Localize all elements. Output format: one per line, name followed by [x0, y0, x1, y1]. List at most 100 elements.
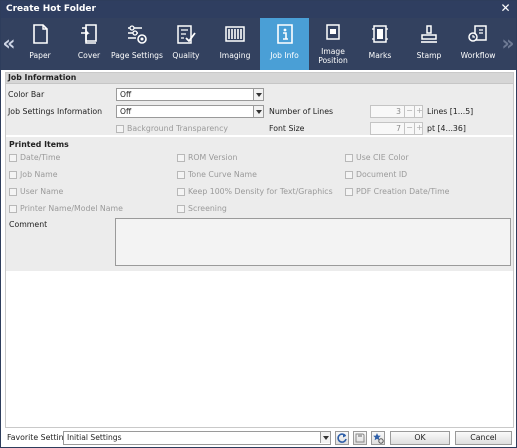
document-id-label: Document ID: [356, 170, 408, 179]
tone-curve-name-checkbox[interactable]: [177, 171, 185, 179]
background-transparency-label: Background Transparency: [127, 124, 228, 133]
plus-icon[interactable]: +: [414, 106, 424, 117]
background-transparency-checkbox[interactable]: [116, 125, 124, 133]
job-name-label: Job Name: [20, 170, 58, 179]
save-favorite-button[interactable]: [353, 431, 367, 445]
favorite-setting-label: Favorite Setting: [7, 433, 69, 442]
keep-density-checkbox[interactable]: [177, 188, 185, 196]
job-information-section: Job Information Color Bar Off Job Settin…: [6, 73, 513, 135]
refresh-icon: [337, 433, 347, 443]
image-position-icon: [326, 24, 340, 40]
save-icon: [355, 433, 365, 443]
chevron-down-icon[interactable]: [253, 106, 263, 117]
tab-label: Job Info: [270, 51, 299, 60]
tab-label: Paper: [29, 51, 51, 60]
star-settings-icon: [373, 433, 384, 444]
tab-label: Image Position: [318, 47, 348, 65]
job-info-icon: [276, 24, 293, 44]
window-title: Create Hot Folder: [6, 4, 96, 14]
rom-version-checkbox[interactable]: [177, 154, 185, 162]
tab-label: Page Settings: [111, 51, 163, 60]
plus-icon[interactable]: +: [414, 123, 424, 134]
refresh-button[interactable]: [335, 431, 349, 445]
date-time-checkbox[interactable]: [9, 154, 17, 162]
tab-workflow[interactable]: Workflow: [456, 18, 500, 70]
font-size-stepper[interactable]: 7 − +: [370, 122, 423, 135]
tab-label: Marks: [368, 51, 392, 60]
tab-label: Quality: [172, 51, 200, 60]
tab-image-position[interactable]: Image Position: [311, 18, 355, 70]
comment-textarea[interactable]: [115, 218, 511, 266]
job-settings-info-select[interactable]: Off: [116, 105, 264, 118]
document-id-checkbox[interactable]: [345, 171, 353, 179]
stamp-icon: [421, 25, 437, 43]
job-settings-info-label: Job Settings Information: [8, 107, 103, 116]
tab-label: Workflow: [460, 51, 496, 60]
stepper-value[interactable]: 7: [371, 123, 404, 134]
chevron-down-icon[interactable]: [253, 89, 263, 100]
number-of-lines-range: Lines [1...5]: [427, 107, 474, 116]
job-name-checkbox[interactable]: [9, 171, 17, 179]
footer-bar: Favorite Setting Initial Settings OK Can…: [1, 429, 516, 447]
selected-value: Off: [120, 107, 132, 116]
pdf-creation-date-label: PDF Creation Date/Time: [356, 187, 450, 196]
marks-icon: [372, 25, 388, 43]
tab-marks[interactable]: Marks: [358, 18, 402, 70]
imaging-icon: [225, 26, 245, 42]
rom-version-label: ROM Version: [188, 153, 238, 162]
tab-job-info[interactable]: Job Info: [260, 18, 309, 70]
color-bar-select[interactable]: Off: [116, 88, 264, 101]
font-size-range: pt [4...36]: [427, 124, 466, 133]
tab-label: Imaging: [219, 51, 251, 60]
screening-label: Screening: [188, 204, 227, 213]
font-size-label: Font Size: [269, 124, 305, 133]
minus-icon[interactable]: −: [404, 106, 414, 117]
user-name-checkbox[interactable]: [9, 188, 17, 196]
paper-icon: [33, 24, 48, 44]
manage-favorites-button[interactable]: [371, 431, 385, 445]
quality-icon: [177, 25, 196, 44]
printer-name-checkbox[interactable]: [9, 205, 17, 213]
tab-label: Stamp: [416, 51, 442, 60]
use-cie-color-checkbox[interactable]: [345, 154, 353, 162]
printer-name-label: Printer Name/Model Name: [20, 204, 123, 213]
tab-cover[interactable]: Cover: [67, 18, 111, 70]
date-time-label: Date/Time: [20, 153, 61, 162]
pdf-creation-date-checkbox[interactable]: [345, 188, 353, 196]
ok-button[interactable]: OK: [390, 431, 450, 445]
tab-stamp[interactable]: Stamp: [407, 18, 451, 70]
title-bar: Create Hot Folder ✕: [1, 1, 516, 18]
user-name-label: User Name: [20, 187, 64, 196]
screening-checkbox[interactable]: [177, 205, 185, 213]
chevron-down-icon[interactable]: [320, 432, 330, 443]
printed-items-header: Printed Items: [9, 140, 69, 149]
keep-density-label: Keep 100% Density for Text/Graphics: [188, 187, 333, 196]
number-of-lines-stepper[interactable]: 3 − +: [370, 105, 423, 118]
settings-toolbar: « Paper Cover Page Settings Quality Imag…: [1, 18, 516, 70]
scroll-right-icon[interactable]: »: [501, 32, 515, 56]
use-cie-color-label: Use CIE Color: [356, 153, 409, 162]
printed-items-section: Printed Items Date/Time Job Name User Na…: [6, 137, 513, 271]
number-of-lines-label: Number of Lines: [269, 107, 334, 116]
selected-value: Initial Settings: [67, 433, 122, 442]
stepper-value[interactable]: 3: [371, 106, 404, 117]
tab-page-settings[interactable]: Page Settings: [111, 18, 163, 70]
section-header: Job Information: [6, 73, 513, 84]
selected-value: Off: [120, 90, 132, 99]
tab-label: Cover: [77, 51, 101, 60]
tone-curve-name-label: Tone Curve Name: [188, 170, 257, 179]
tab-paper[interactable]: Paper: [18, 18, 62, 70]
close-icon[interactable]: ✕: [499, 2, 512, 15]
job-info-panel: Job Information Color Bar Off Job Settin…: [5, 72, 514, 428]
favorite-setting-select[interactable]: Initial Settings: [63, 431, 331, 445]
cover-icon: [81, 24, 97, 44]
workflow-icon: [468, 25, 487, 42]
create-hot-folder-window: Create Hot Folder ✕ « Paper Cover Page S…: [0, 0, 517, 448]
tab-imaging[interactable]: Imaging: [213, 18, 257, 70]
minus-icon[interactable]: −: [404, 123, 414, 134]
color-bar-label: Color Bar: [8, 90, 45, 99]
comment-label: Comment: [9, 220, 48, 229]
cancel-button[interactable]: Cancel: [455, 431, 512, 445]
tab-quality[interactable]: Quality: [164, 18, 208, 70]
page-settings-icon: [128, 25, 147, 44]
